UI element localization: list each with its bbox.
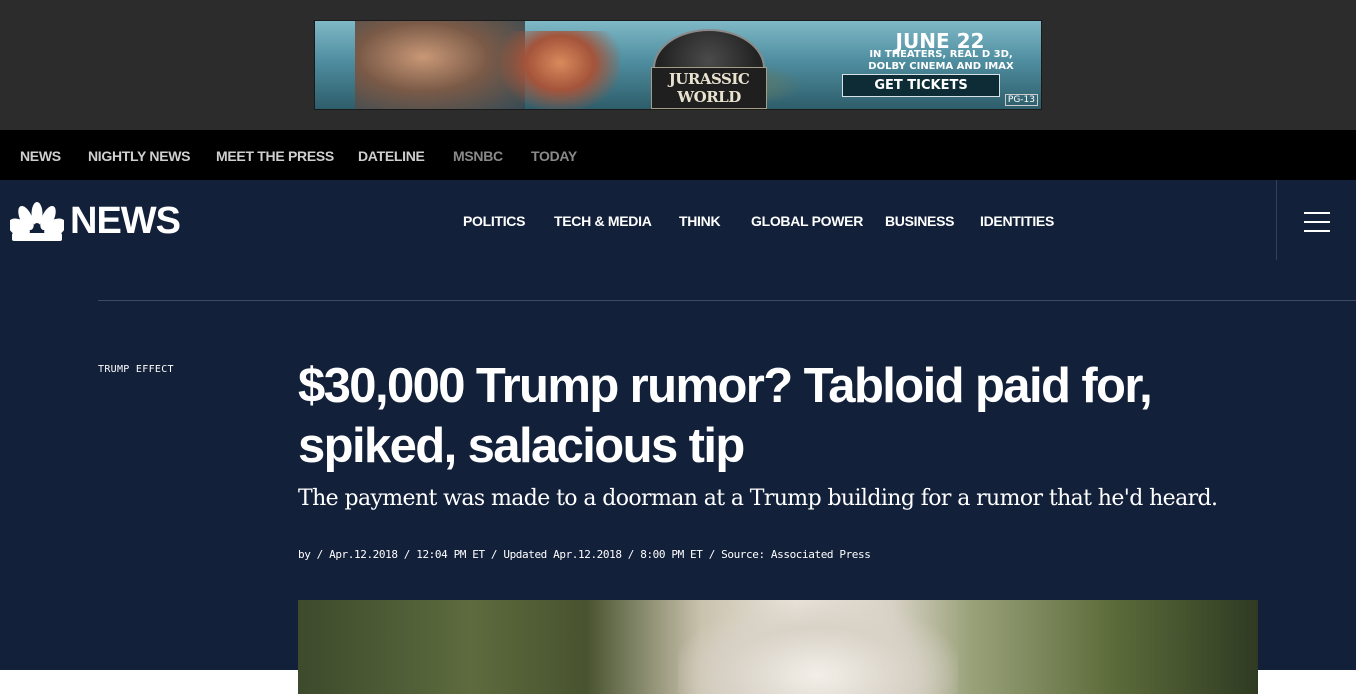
nav-business[interactable]: BUSINESS (885, 213, 954, 229)
nav-think[interactable]: THINK (679, 213, 721, 229)
article-headline: $30,000 Trump rumor? Tabloid paid for, s… (298, 359, 1153, 473)
network-link-today[interactable]: TODAY (531, 130, 577, 180)
network-link-news[interactable]: NEWS (20, 130, 61, 180)
ad-subline-2: DOLBY CINEMA AND IMAX (868, 61, 1014, 72)
network-nav: NEWS NIGHTLY NEWS MEET THE PRESS DATELIN… (0, 130, 1356, 180)
ad-image-heroine (500, 31, 620, 109)
menu-divider (1276, 180, 1277, 260)
network-link-msnbc[interactable]: MSNBC (453, 130, 503, 180)
nav-tech-media[interactable]: TECH & MEDIA (554, 213, 652, 229)
network-link-dateline[interactable]: DATELINE (358, 130, 425, 180)
ad-rating: PG-13 (1004, 94, 1038, 106)
peacock-logo-icon[interactable] (10, 202, 64, 242)
ad-banner[interactable]: JURASSIC WORLD JUNE 22 IN THEATERS, REAL… (314, 20, 1042, 110)
site-header: NEWS POLITICS TECH & MEDIA THINK GLOBAL … (0, 180, 1356, 670)
header-divider (98, 300, 1356, 301)
network-link-meet-the-press[interactable]: MEET THE PRESS (216, 130, 334, 180)
nav-identities[interactable]: IDENTITIES (980, 213, 1054, 229)
article-dek: The payment was made to a doorman at a T… (298, 486, 1218, 511)
logo-wordmark[interactable]: NEWS (70, 200, 181, 243)
photo-subject (678, 600, 958, 694)
article-hero-image (298, 600, 1258, 694)
nav-global-power[interactable]: GLOBAL POWER (751, 213, 863, 229)
section-label[interactable]: TRUMP EFFECT (98, 364, 174, 375)
ad-logo-text: JURASSIC WORLD (651, 67, 767, 109)
get-tickets-button[interactable]: GET TICKETS (842, 74, 1000, 97)
article-byline: by / Apr.12.2018 / 12:04 PM ET / Updated… (298, 548, 871, 561)
hamburger-menu-icon[interactable] (1304, 212, 1330, 232)
network-link-nightly-news[interactable]: NIGHTLY NEWS (88, 130, 191, 180)
ad-subline: IN THEATERS, REAL D 3D, DOLBY CINEMA AND… (843, 49, 1039, 73)
ad-bar: JURASSIC WORLD JUNE 22 IN THEATERS, REAL… (0, 0, 1356, 130)
nav-politics[interactable]: POLITICS (463, 213, 525, 229)
ad-subline-1: IN THEATERS, REAL D 3D, (869, 49, 1013, 60)
